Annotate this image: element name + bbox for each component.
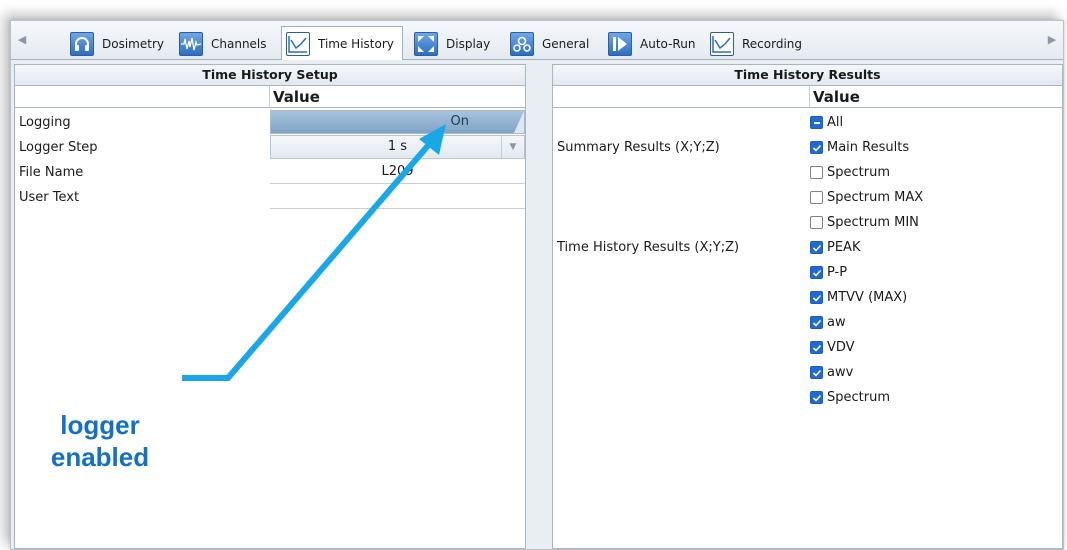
logging-toggle[interactable]: On [270, 110, 525, 134]
option-label: Spectrum [827, 165, 890, 180]
value-column-header: Value [810, 86, 1062, 108]
time-history-results-label: Time History Results (X;Y;Z) [557, 240, 740, 255]
result-option[interactable]: Main Results [810, 135, 909, 160]
result-option[interactable]: aw [810, 310, 846, 335]
option-label: VDV [827, 340, 855, 355]
tab-label: General [542, 37, 590, 51]
toggle-value: On [450, 114, 469, 129]
tab-strip: ◀ Dosimetry Channels Time History Displa… [11, 21, 1063, 60]
tab-dosimetry[interactable]: Dosimetry [65, 28, 173, 59]
option-label: MTVV (MAX) [827, 290, 908, 305]
option-label: PEAK [827, 240, 861, 255]
result-option[interactable]: awv [810, 360, 853, 385]
play-bar-icon [608, 32, 632, 56]
user-text-label: User Text [19, 190, 80, 205]
name-column-header [553, 86, 810, 108]
summary-results-label: Summary Results (X;Y;Z) [557, 140, 720, 155]
tab-label: Recording [742, 37, 803, 51]
file-name-field[interactable]: L209 [270, 160, 525, 184]
tab-display[interactable]: Display [409, 28, 499, 59]
option-label: P-P [827, 265, 848, 280]
line-chart-icon [286, 31, 310, 56]
headphones-icon [70, 32, 94, 56]
logger-step-dropdown[interactable]: 1 s ▼ [270, 135, 525, 159]
tab-auto-run[interactable]: Auto-Run [603, 28, 704, 59]
gears-icon [510, 32, 534, 56]
result-option[interactable]: VDV [810, 335, 855, 360]
checkbox-unchecked-icon[interactable] [810, 191, 823, 204]
file-name-label: File Name [19, 165, 84, 180]
result-option[interactable]: Spectrum [810, 385, 890, 410]
tab-label: Auto-Run [640, 37, 696, 51]
option-label: aw [827, 315, 846, 330]
option-label: awv [827, 365, 854, 380]
scroll-right-icon[interactable]: ▶ [1045, 33, 1059, 47]
value-column-header: Value [270, 86, 525, 108]
option-label: Main Results [827, 140, 910, 155]
option-label: Spectrum MIN [827, 215, 919, 230]
option-label: All [827, 115, 844, 130]
tab-general[interactable]: General [505, 28, 598, 59]
checkbox-checked-icon[interactable] [810, 316, 823, 329]
checkbox-checked-icon[interactable] [810, 341, 823, 354]
checkbox-checked-icon[interactable] [810, 291, 823, 304]
user-text-field[interactable] [270, 185, 525, 209]
checkbox-unchecked-icon[interactable] [810, 216, 823, 229]
name-column-header [15, 86, 270, 108]
checkbox-unchecked-icon[interactable] [810, 166, 823, 179]
logging-label: Logging [19, 115, 71, 130]
panel-title: Time History Results [553, 65, 1062, 86]
expand-icon [414, 32, 438, 56]
tab-time-history[interactable]: Time History [281, 26, 403, 60]
checkbox-checked-icon[interactable] [810, 366, 823, 379]
tab-label: Time History [318, 36, 394, 51]
waveform-icon [179, 32, 203, 56]
checkbox-checked-icon[interactable] [810, 266, 823, 279]
checkbox-checked-icon[interactable] [810, 141, 823, 154]
toggle-fill [271, 111, 524, 133]
checkbox-partial-icon[interactable] [810, 116, 823, 129]
result-option[interactable]: Spectrum [810, 160, 890, 185]
result-option[interactable]: Spectrum MAX [810, 185, 923, 210]
annotation-line1: logger [60, 410, 140, 440]
checkbox-checked-icon[interactable] [810, 241, 823, 254]
result-option[interactable]: All [810, 110, 843, 135]
annotation-label: logger enabled [35, 409, 165, 473]
option-label: Spectrum MAX [827, 190, 924, 205]
time-history-setup-panel: Time History Setup Value Logging On Logg… [14, 64, 526, 549]
line-chart-icon [710, 32, 734, 56]
logger-step-label: Logger Step [19, 140, 98, 155]
scroll-left-icon[interactable]: ◀ [15, 33, 29, 47]
result-option[interactable]: P-P [810, 260, 847, 285]
tab-label: Dosimetry [102, 37, 164, 51]
tab-channels[interactable]: Channels [174, 28, 284, 59]
result-option[interactable]: PEAK [810, 235, 860, 260]
chevron-down-icon[interactable]: ▼ [501, 136, 524, 158]
time-history-results-panel: Time History Results Value Summary Resul… [552, 64, 1063, 549]
tab-recording[interactable]: Recording [705, 28, 811, 59]
result-option[interactable]: Spectrum MIN [810, 210, 919, 235]
app-window: ◀ Dosimetry Channels Time History Displa… [10, 20, 1064, 550]
tab-label: Channels [211, 37, 267, 51]
panel-title: Time History Setup [15, 65, 525, 86]
result-option[interactable]: MTVV (MAX) [810, 285, 907, 310]
dropdown-value: 1 s [387, 139, 408, 154]
annotation-line2: enabled [50, 442, 150, 472]
option-label: Spectrum [827, 390, 890, 405]
tab-label: Display [446, 37, 491, 51]
checkbox-checked-icon[interactable] [810, 391, 823, 404]
